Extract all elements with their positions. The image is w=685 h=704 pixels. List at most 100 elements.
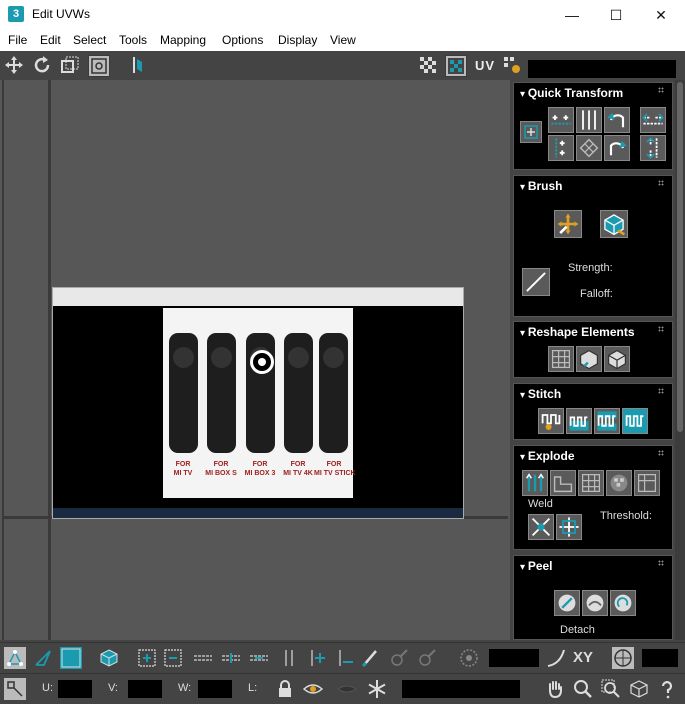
- rollout-grip[interactable]: [658, 450, 664, 456]
- paint-move-button[interactable]: [554, 210, 582, 238]
- falloff-distance-field[interactable]: [642, 649, 678, 667]
- loop-shrink-button[interactable]: [248, 647, 270, 669]
- freeform-tool-button[interactable]: [88, 55, 110, 77]
- rollout-grip[interactable]: [658, 87, 664, 93]
- edge-select-button[interactable]: [32, 647, 54, 669]
- align-horizontal-button[interactable]: [548, 107, 574, 133]
- break-button[interactable]: [522, 470, 548, 496]
- zoom-tool-button[interactable]: [572, 678, 594, 700]
- peel-title[interactable]: Peel: [520, 559, 553, 573]
- relax-settings-button[interactable]: [604, 346, 630, 372]
- space-horizontal-button[interactable]: [640, 107, 666, 133]
- flatten-by-material-button[interactable]: [606, 470, 632, 496]
- panel-scroll-thumb[interactable]: [677, 82, 683, 432]
- rollout-grip[interactable]: [658, 326, 664, 332]
- menu-edit[interactable]: Edit: [40, 33, 61, 47]
- loop-select-button[interactable]: [192, 647, 214, 669]
- align-center-button[interactable]: [576, 135, 602, 161]
- maximize-button[interactable]: ☐: [593, 0, 639, 30]
- soft-selection-button[interactable]: [458, 647, 480, 669]
- weld-target-button[interactable]: [556, 514, 582, 540]
- scale-tool-button[interactable]: [60, 55, 82, 77]
- freeform-gizmo-button[interactable]: [520, 121, 542, 143]
- flatten-custom-button[interactable]: [634, 470, 660, 496]
- texture-dropdown[interactable]: [528, 60, 676, 78]
- hide-selection-button[interactable]: [336, 678, 358, 700]
- v-field[interactable]: [128, 680, 162, 698]
- rollout-grip[interactable]: [658, 388, 664, 394]
- show-hidden-button[interactable]: [302, 678, 324, 700]
- zoom-region-button[interactable]: [600, 678, 622, 700]
- menu-mapping[interactable]: Mapping: [160, 33, 206, 47]
- pan-tool-button[interactable]: [544, 678, 566, 700]
- minimize-button[interactable]: —: [549, 0, 595, 30]
- strength-label: Strength:: [568, 262, 613, 274]
- weld-selected-button[interactable]: [528, 514, 554, 540]
- move-tool-button[interactable]: [4, 55, 26, 77]
- close-button[interactable]: ✕: [638, 0, 684, 30]
- texture-display-button[interactable]: [445, 55, 467, 77]
- limit-falloff-button[interactable]: [612, 647, 634, 669]
- selection-filter-field[interactable]: [402, 680, 520, 698]
- ring-shrink-button[interactable]: [334, 647, 356, 669]
- xy-space-toggle[interactable]: XY: [573, 649, 593, 666]
- freeze-selection-button[interactable]: [366, 678, 388, 700]
- align-vertical-button[interactable]: [576, 107, 602, 133]
- paint-shrink-button[interactable]: [416, 647, 438, 669]
- help-button[interactable]: [656, 678, 678, 700]
- rotate-minus-90-button[interactable]: [604, 107, 630, 133]
- menu-view[interactable]: View: [330, 33, 356, 47]
- flatten-by-polygon-button[interactable]: [550, 470, 576, 496]
- brush-title[interactable]: Brush: [520, 179, 563, 193]
- absolute-offset-toggle[interactable]: [4, 678, 26, 700]
- u-field[interactable]: [58, 680, 92, 698]
- stitch-to-source-button[interactable]: [622, 408, 648, 434]
- reset-peel-button[interactable]: [610, 590, 636, 616]
- menu-file[interactable]: File: [8, 33, 27, 47]
- lock-selection-button[interactable]: [274, 678, 296, 700]
- rollout-grip[interactable]: [658, 560, 664, 566]
- mirror-tool-button[interactable]: [124, 55, 146, 77]
- polygon-select-button[interactable]: [60, 647, 82, 669]
- checker-pattern-button[interactable]: [418, 55, 440, 77]
- vertex-select-button[interactable]: [4, 647, 26, 669]
- straighten-selection-button[interactable]: [548, 346, 574, 372]
- menu-tools[interactable]: Tools: [119, 33, 147, 47]
- stitch-custom-button[interactable]: [538, 408, 564, 434]
- explode-title[interactable]: Explode: [520, 449, 575, 463]
- quick-transform-title[interactable]: Quick Transform: [520, 86, 623, 100]
- stitch-to-target-button[interactable]: [566, 408, 592, 434]
- menu-options[interactable]: Options: [222, 33, 263, 47]
- flatten-by-smoothing-button[interactable]: [578, 470, 604, 496]
- grow-selection-button[interactable]: [136, 647, 158, 669]
- w-field[interactable]: [198, 680, 232, 698]
- stitch-average-button[interactable]: [594, 408, 620, 434]
- rotate-plus-90-button[interactable]: [604, 135, 630, 161]
- falloff-type-button[interactable]: [545, 647, 567, 669]
- ring-select-button[interactable]: [278, 647, 300, 669]
- texture-settings-button[interactable]: [502, 55, 524, 77]
- reshape-elements-title[interactable]: Reshape Elements: [520, 325, 635, 339]
- shrink-selection-button[interactable]: [162, 647, 184, 669]
- quick-peel-button[interactable]: [554, 590, 580, 616]
- rotate-tool-button[interactable]: [32, 55, 54, 77]
- paint-grow-button[interactable]: [388, 647, 410, 669]
- menu-select[interactable]: Select: [73, 33, 106, 47]
- peel-mode-button[interactable]: [582, 590, 608, 616]
- falloff-curve-button[interactable]: [522, 268, 550, 296]
- element-select-button[interactable]: [98, 647, 120, 669]
- soft-selection-falloff-field[interactable]: [489, 649, 539, 667]
- zoom-extents-button[interactable]: [628, 678, 650, 700]
- align-left-button[interactable]: [548, 135, 574, 161]
- ring-grow-button[interactable]: [306, 647, 328, 669]
- loop-grow-button[interactable]: [220, 647, 242, 669]
- paint-select-button[interactable]: [360, 647, 382, 669]
- relax-tool-button[interactable]: [600, 210, 628, 238]
- rollout-grip[interactable]: [658, 180, 664, 186]
- zoom-region-icon: [601, 679, 620, 698]
- uv-mode-label[interactable]: UV: [475, 58, 495, 73]
- relax-button[interactable]: [576, 346, 602, 372]
- space-vertical-button[interactable]: [640, 135, 666, 161]
- stitch-title[interactable]: Stitch: [520, 387, 561, 401]
- menu-display[interactable]: Display: [278, 33, 317, 47]
